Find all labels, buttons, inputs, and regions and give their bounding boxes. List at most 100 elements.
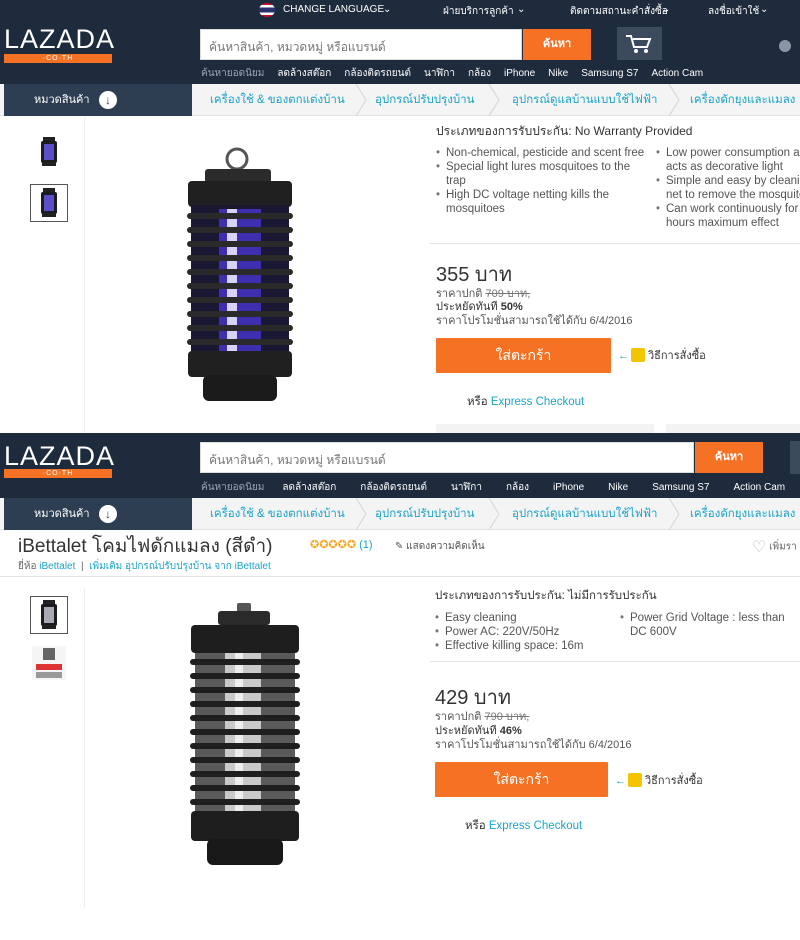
breadcrumb-item[interactable]: อุปกรณ์ปรับปรุงบ้าน [375, 498, 475, 530]
login-link[interactable]: ลงชื่อเข้าใช้ [708, 4, 759, 19]
add-to-cart-button[interactable]: ใส่ตะกร้า [436, 338, 611, 373]
express-checkout-link[interactable]: Express Checkout [491, 396, 584, 408]
warranty-value: ไม่มีการรับประกัน [568, 590, 657, 602]
heart-icon: ♡ [752, 539, 767, 556]
keyword-link[interactable]: Action Cam [651, 68, 703, 79]
add-wishlist-link[interactable]: ♡ เพิ่มรา [752, 537, 797, 557]
cart-button[interactable] [617, 27, 662, 60]
breadcrumb-item[interactable]: เครื่องดักยุงและแมลง [690, 84, 795, 116]
category-bar: หมวดสินค้า ↓ เครื่องใช้ & ของตกแต่งบ้าน … [0, 498, 800, 530]
breadcrumb-item[interactable]: เครื่องดักยุงและแมลง [690, 498, 795, 530]
cart-button[interactable] [790, 441, 800, 474]
lazada-logo[interactable]: LAZADA [4, 442, 115, 470]
product-image[interactable] [175, 147, 305, 409]
promo-note: ราคาโปรโมชั่นสามารถใช้ได้กับ 6/4/2016 [436, 315, 633, 327]
popular-keywords: ค้นหายอดนิยม ลดล้างสต๊อก กล้องติดรถยนต์ นาฬ… [201, 480, 798, 495]
panel-edge [666, 424, 800, 433]
feature-list-right: Power Grid Voltage : less than DC 600V [620, 611, 790, 639]
add-to-cart-button[interactable]: ใส่ตะกร้า [435, 762, 608, 797]
warranty-info: ประเภทของการรับประกัน: No Warranty Provi… [436, 122, 692, 141]
breadcrumb-item[interactable]: เครื่องใช้ & ของตกแต่งบ้าน [210, 84, 345, 116]
change-language-link[interactable]: CHANGE LANGUAGE [283, 4, 384, 15]
arrow-left-icon: ← [618, 350, 629, 362]
brand-link[interactable]: iBettalet [39, 561, 75, 572]
feature-item: Non-chemical, pesticide and scent free [436, 146, 651, 160]
breadcrumb-separator [488, 84, 500, 116]
keyword-link[interactable]: กล้องติดรถยนต์ [360, 482, 427, 493]
how-to-order-link[interactable]: ← วิธีการสั่งซื้อ [618, 346, 706, 364]
chevron-down-icon: ⌄ [383, 4, 392, 15]
arrow-down-icon: ↓ [99, 505, 117, 523]
shopping-bag-icon [631, 348, 645, 362]
panel-edge [436, 424, 654, 433]
keyword-link[interactable]: ลดล้างสต๊อก [282, 482, 336, 493]
brand-line: ยี่ห้อ iBettalet | เพิ่มเติม อุปกรณ์ปรับ… [18, 561, 271, 572]
feature-item: Special light lures mosquitoes to the tr… [436, 160, 651, 188]
screenshot-top: CHANGE LANGUAGE ⌄ ฝ่ายบริการลูกค้า ⌄ ติด… [0, 0, 800, 433]
feature-item: Low power consumption and acts as decora… [656, 146, 800, 174]
feature-list-left: Non-chemical, pesticide and scent free S… [436, 146, 651, 216]
review-count[interactable]: (1) [359, 539, 372, 551]
product-thumbnail-selected[interactable] [30, 184, 68, 222]
category-menu-button[interactable]: หมวดสินค้า ↓ [4, 498, 192, 530]
search-button[interactable]: ค้นหา [695, 442, 763, 473]
feature-item: Can work continuously for 24 hours maxim… [656, 202, 800, 230]
feature-item: Power Grid Voltage : less than DC 600V [620, 611, 790, 639]
keyword-link[interactable]: Action Cam [733, 482, 785, 493]
breadcrumb-item[interactable]: อุปกรณ์ดูแลบ้านแบบใช้ไฟฟ้า [512, 84, 658, 116]
keyword-link[interactable]: นาฬิกา [451, 482, 482, 493]
divider [430, 243, 800, 244]
keyword-link[interactable]: Samsung S7 [581, 68, 638, 79]
search-input[interactable]: ค้นหาสินค้า, หมวดหมู่ หรือแบรนด์ [200, 442, 694, 473]
keyword-link[interactable]: Nike [608, 482, 628, 493]
category-menu-label: หมวดสินค้า [34, 508, 90, 520]
shopping-bag-icon [628, 773, 642, 787]
lazada-logo[interactable]: LAZADA [4, 25, 115, 53]
breadcrumb-separator [488, 498, 500, 530]
more-from-brand-link[interactable]: เพิ่มเติม อุปกรณ์ปรับปรุงบ้าน จาก iBetta… [89, 561, 271, 572]
breadcrumb-item[interactable]: อุปกรณ์ดูแลบ้านแบบใช้ไฟฟ้า [512, 498, 658, 530]
thumbnail-column [0, 117, 85, 433]
feature-item: Power AC: 220V/50Hz [435, 625, 625, 639]
search-input[interactable]: ค้นหาสินค้า, หมวดหมู่ หรือแบรนด์ [200, 29, 522, 60]
product-image[interactable] [185, 603, 305, 868]
track-order-link[interactable]: ติดตามสถานะคำสั่งซื้อ [570, 4, 668, 19]
chevron-down-icon: ⌄ [662, 4, 671, 15]
keyword-link[interactable]: กล้องติดรถยนต์ [344, 68, 411, 79]
keyword-link[interactable]: iPhone [553, 482, 584, 493]
thumbnail-column [0, 588, 85, 908]
warranty-value: No Warranty Provided [574, 124, 693, 138]
warranty-label: ประเภทของการรับประกัน: [435, 590, 565, 602]
keyword-link[interactable]: นาฬิกา [424, 68, 455, 79]
breadcrumb-separator [355, 84, 367, 116]
product-thumbnail-selected[interactable] [30, 596, 68, 634]
cart-icon [626, 35, 652, 53]
breadcrumb-item[interactable]: เครื่องใช้ & ของตกแต่งบ้าน [210, 498, 345, 530]
rating-stars[interactable]: ✪✪✪✪✪ (1) [310, 538, 373, 551]
how-to-order-link[interactable]: ← วิธีการสั่งซื้อ [615, 771, 703, 789]
write-review-link[interactable]: ✎ แสดงความคิดเห็น [395, 539, 485, 554]
keyword-link[interactable]: Samsung S7 [652, 482, 709, 493]
product-thumbnail[interactable] [30, 644, 68, 682]
keyword-link[interactable]: Nike [548, 68, 568, 79]
screenshot-bottom: LAZADA ·CO·TH ค้นหาสินค้า, หมวดหมู่ หรือ… [0, 433, 800, 940]
search-button[interactable]: ค้นหา [523, 29, 591, 60]
chevron-down-icon: ⌄ [760, 4, 769, 15]
category-menu-button[interactable]: หมวดสินค้า ↓ [4, 84, 192, 116]
express-checkout-link[interactable]: Express Checkout [489, 820, 582, 832]
breadcrumb-separator [355, 498, 367, 530]
pencil-icon: ✎ [395, 541, 404, 552]
keyword-link[interactable]: กล้อง [506, 482, 529, 493]
feature-item: High DC voltage netting kills the mosqui… [436, 188, 651, 216]
product-thumbnail[interactable] [30, 133, 68, 171]
customer-service-link[interactable]: ฝ่ายบริการลูกค้า [443, 4, 514, 19]
keyword-link[interactable]: iPhone [504, 68, 535, 79]
keyword-link[interactable]: ลดล้างสต๊อก [277, 68, 331, 79]
feature-item: Effective killing space: 16m [435, 639, 625, 653]
keyword-link[interactable]: กล้อง [468, 68, 491, 79]
site-header: LAZADA ·CO·TH ค้นหาสินค้า, หมวดหมู่ หรือ… [0, 433, 800, 498]
popular-label: ค้นหายอดนิยม [201, 68, 265, 79]
user-icon[interactable] [779, 40, 791, 52]
breadcrumb-item[interactable]: อุปกรณ์ปรับปรุงบ้าน [375, 84, 475, 116]
site-header: CHANGE LANGUAGE ⌄ ฝ่ายบริการลูกค้า ⌄ ติด… [0, 0, 800, 84]
